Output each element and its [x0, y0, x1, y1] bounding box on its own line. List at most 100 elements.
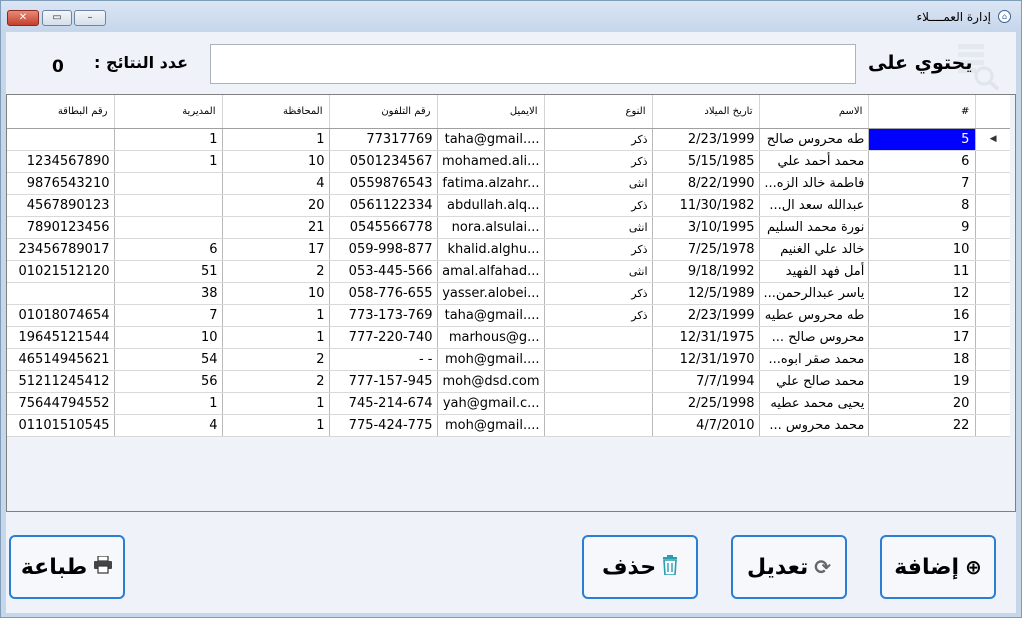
cell-email[interactable]: marhous@g... [437, 326, 545, 349]
cell-governorate[interactable]: 1 [222, 128, 330, 151]
row-indicator[interactable] [975, 150, 1010, 173]
cell-governorate[interactable]: 2 [222, 370, 330, 393]
cell-birth-date[interactable]: 12/31/1970 [652, 348, 760, 371]
column-header-name[interactable]: الاسم [759, 95, 870, 129]
row-indicator[interactable] [975, 194, 1010, 217]
column-header-district[interactable]: المديرية [114, 95, 223, 129]
cell-birth-date[interactable]: 2/25/1998 [652, 392, 760, 415]
cell-number[interactable]: 22 [868, 414, 977, 437]
cell-governorate[interactable]: 1 [222, 392, 330, 415]
column-header-id-card[interactable]: رقم البطاقة [7, 95, 115, 129]
cell-phone[interactable]: 053-445-566 [329, 260, 438, 283]
column-header-gender[interactable]: النوع [544, 95, 653, 129]
cell-phone[interactable]: 77317769 [329, 128, 438, 151]
cell-gender[interactable]: ذكر [544, 282, 653, 305]
cell-id-card[interactable]: 01101510545 [7, 414, 115, 437]
cell-name[interactable]: محمد صالح علي [759, 370, 870, 393]
cell-number[interactable]: 9 [868, 216, 977, 239]
cell-email[interactable]: abdullah.alq... [437, 194, 545, 217]
cell-number[interactable]: 11 [868, 260, 977, 283]
cell-district[interactable] [114, 172, 223, 195]
table-row[interactable]: 46514945621 54 2- - moh@gmail.... 12/31/1970… [7, 348, 1010, 371]
cell-id-card[interactable]: 01018074654 [7, 304, 115, 327]
cell-district[interactable]: 4 [114, 414, 223, 437]
cell-number[interactable]: 20 [868, 392, 977, 415]
print-button[interactable]: طباعة [9, 535, 125, 599]
column-header-number[interactable]: # [868, 95, 977, 129]
cell-district[interactable]: 1 [114, 128, 223, 151]
cell-number[interactable]: 17 [868, 326, 977, 349]
cell-gender[interactable] [544, 326, 653, 349]
row-indicator[interactable] [975, 326, 1010, 349]
cell-birth-date[interactable]: 3/10/1995 [652, 216, 760, 239]
row-indicator[interactable] [975, 392, 1010, 415]
cell-birth-date[interactable]: 4/7/2010 [652, 414, 760, 437]
row-indicator[interactable] [975, 414, 1010, 437]
cell-gender[interactable]: ذكر [544, 238, 653, 261]
cell-gender[interactable] [544, 370, 653, 393]
cell-birth-date[interactable]: 2/23/1999 [652, 304, 760, 327]
row-indicator[interactable] [975, 282, 1010, 305]
table-row[interactable]: 4567890123 20 0561122334 abdullah.alq... ذكر… [7, 194, 1010, 217]
table-row[interactable]: 51211245412 56 2 777-157-945 moh@dsd.com 7/7/… [7, 370, 1010, 393]
cell-number[interactable]: 18 [868, 348, 977, 371]
column-header-phone[interactable]: رقم التلفون [329, 95, 438, 129]
edit-button[interactable]: ⟳ تعديل [731, 535, 847, 599]
cell-governorate[interactable]: 1 [222, 326, 330, 349]
cell-district[interactable]: 1 [114, 392, 223, 415]
cell-email[interactable]: taha@gmail.... [437, 304, 545, 327]
table-row[interactable]: 19645121544 10 1 777-220-740 marhous@g... 12/… [7, 326, 1010, 349]
cell-district[interactable]: 51 [114, 260, 223, 283]
table-row[interactable]: 01021512120 51 2 053-445-566 amal.alfahad...… [7, 260, 1010, 283]
cell-district[interactable]: 6 [114, 238, 223, 261]
cell-name[interactable]: محروس صالح ... [759, 326, 870, 349]
cell-id-card[interactable]: 4567890123 [7, 194, 115, 217]
cell-phone[interactable]: 775-424-775 [329, 414, 438, 437]
cell-name[interactable]: محمد محروس ... [759, 414, 870, 437]
customers-grid[interactable]: رقم البطاقة المديرية المحافظة رقم التلفو… [6, 94, 1016, 512]
add-button[interactable]: ⊕ إضافة [880, 535, 996, 599]
cell-id-card[interactable]: 23456789017 [7, 238, 115, 261]
cell-governorate[interactable]: 2 [222, 348, 330, 371]
cell-id-card[interactable]: 46514945621 [7, 348, 115, 371]
row-indicator[interactable] [975, 370, 1010, 393]
cell-governorate[interactable]: 20 [222, 194, 330, 217]
cell-governorate[interactable]: 1 [222, 414, 330, 437]
cell-name[interactable]: محمد أحمد علي [759, 150, 870, 173]
cell-gender[interactable] [544, 392, 653, 415]
minimize-button[interactable]: – [74, 10, 106, 26]
cell-phone[interactable]: 059-998-877 [329, 238, 438, 261]
cell-birth-date[interactable]: 12/5/1989 [652, 282, 760, 305]
table-row[interactable]: 75644794552 1 1 745-214-674 yah@gmail.c... 2/… [7, 392, 1010, 415]
cell-id-card[interactable]: 75644794552 [7, 392, 115, 415]
cell-district[interactable]: 54 [114, 348, 223, 371]
cell-number[interactable]: 7 [868, 172, 977, 195]
cell-id-card[interactable]: 1234567890 [7, 150, 115, 173]
column-header-email[interactable]: الايميل [437, 95, 545, 129]
cell-email[interactable]: khalid.alghu... [437, 238, 545, 261]
cell-email[interactable]: yah@gmail.c... [437, 392, 545, 415]
cell-email[interactable]: yasser.alobei... [437, 282, 545, 305]
cell-phone[interactable]: 058-776-655 [329, 282, 438, 305]
cell-phone[interactable]: 745-214-674 [329, 392, 438, 415]
cell-email[interactable]: amal.alfahad... [437, 260, 545, 283]
cell-phone[interactable]: - - [329, 348, 438, 371]
cell-phone[interactable]: 773-173-769 [329, 304, 438, 327]
row-indicator[interactable] [975, 348, 1010, 371]
cell-id-card[interactable]: 7890123456 [7, 216, 115, 239]
cell-birth-date[interactable]: 2/23/1999 [652, 128, 760, 151]
maximize-button[interactable]: ▭ [42, 10, 72, 26]
cell-birth-date[interactable]: 12/31/1975 [652, 326, 760, 349]
cell-email[interactable]: nora.alsulai... [437, 216, 545, 239]
cell-number[interactable]: 5 [868, 128, 977, 151]
close-button[interactable]: ✕ [7, 10, 39, 26]
table-row[interactable]: 1 1 77317769 taha@gmail.... ذكر 2/23/1999 طه م… [7, 128, 1010, 151]
table-row[interactable]: 7890123456 21 0545566778 nora.alsulai... انث… [7, 216, 1010, 239]
cell-email[interactable]: taha@gmail.... [437, 128, 545, 151]
table-row[interactable]: 38 10 058-776-655 yasser.alobei... ذكر 12/5/1… [7, 282, 1010, 305]
cell-birth-date[interactable]: 7/25/1978 [652, 238, 760, 261]
cell-number[interactable]: 10 [868, 238, 977, 261]
cell-district[interactable] [114, 194, 223, 217]
cell-gender[interactable]: ذكر [544, 304, 653, 327]
table-row[interactable]: 1234567890 1 10 0501234567 mohamed.ali... ذكر… [7, 150, 1010, 173]
